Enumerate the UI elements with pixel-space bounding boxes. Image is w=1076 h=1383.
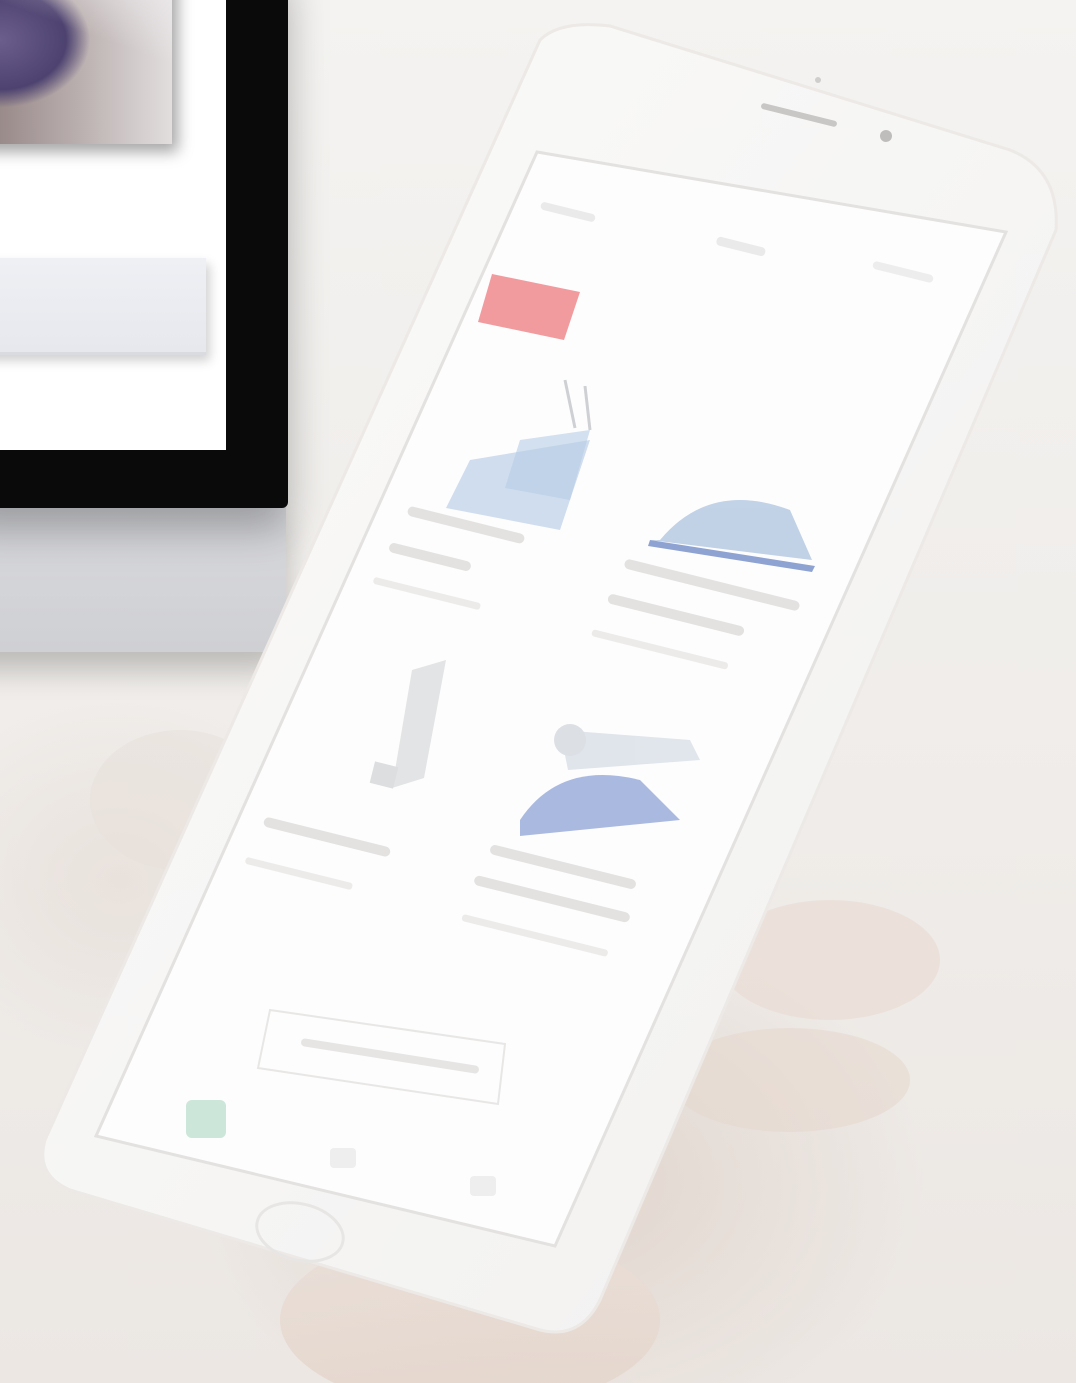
tab-home-icon[interactable] [186, 1100, 226, 1138]
sensor-icon [815, 77, 821, 83]
smartphone [41, 23, 1058, 1383]
tab-item-icon[interactable] [470, 1176, 496, 1196]
tab-item-icon[interactable] [330, 1148, 356, 1168]
front-camera-icon [880, 130, 892, 142]
scene [0, 0, 1076, 1383]
